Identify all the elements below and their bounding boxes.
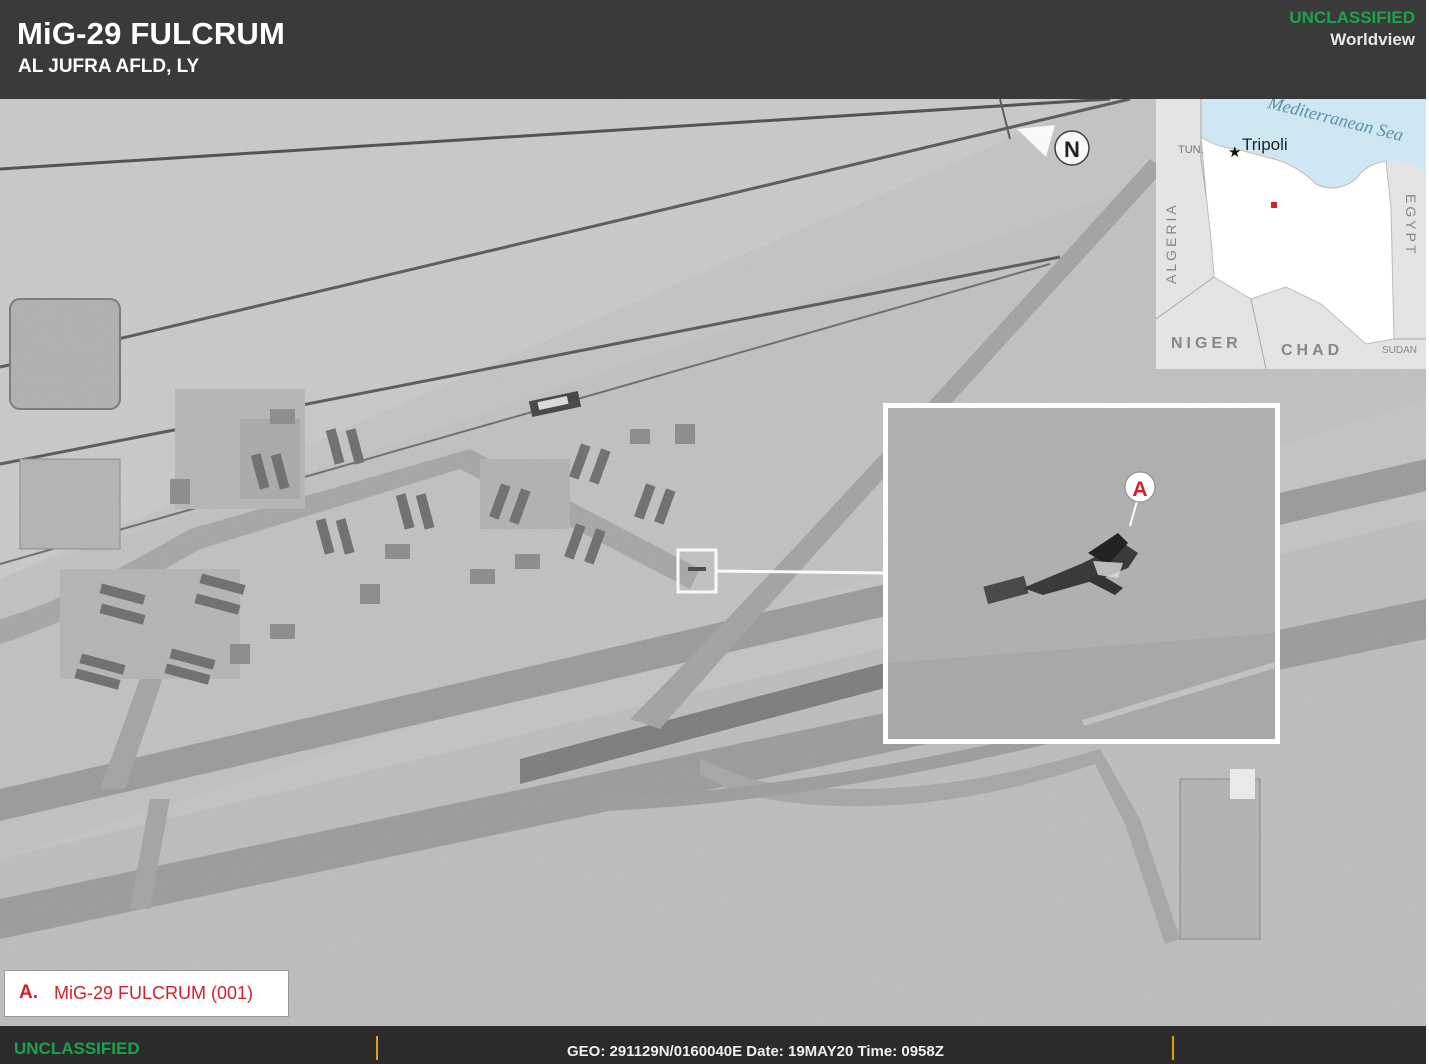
footer-divider [1172,1036,1174,1060]
satellite-image: N ★ Tripoli TUN. Mediterranean Sea ALGER… [0,99,1426,1026]
geo-date-time: GEO: 291129N/0160040E Date: 19MAY20 Time… [567,1043,944,1060]
country-label-egypt: EGYPT [1403,194,1419,256]
location-marker [1271,202,1277,208]
capital-star-icon: ★ [1228,143,1241,161]
country-label-algeria: ALGERIA [1163,202,1179,284]
imagery-source: Worldview [1330,30,1415,49]
inset-location-map: ★ Tripoli TUN. Mediterranean Sea ALGERIA… [1156,99,1426,369]
zoom-inset-photo: A [883,403,1280,744]
footer-divider [376,1036,378,1060]
location-subtitle: AL JUFRA AFLD, LY [18,56,200,77]
legend-key: A. [19,982,38,1003]
city-label: Tripoli [1242,135,1288,154]
country-label-sudan: SUDAN [1382,345,1417,356]
classification-banner-top: UNCLASSIFIED [1289,8,1415,27]
header-bar: MiG-29 FULCRUM AL JUFRA AFLD, LY UNCLASS… [0,0,1426,99]
country-label-tunisia: TUN. [1178,144,1204,156]
footer-bar: UNCLASSIFIED GEO: 291129N/0160040E Date:… [0,1026,1426,1064]
classification-banner-bottom: UNCLASSIFIED [14,1039,140,1058]
legend-text: MiG-29 FULCRUM (001) [54,983,254,1003]
callout-marker-label: A [1132,478,1147,501]
page-title: MiG-29 FULCRUM [17,16,286,51]
legend-box: A. MiG-29 FULCRUM (001) [4,970,289,1017]
country-label-chad: CHAD [1281,342,1343,359]
country-label-niger: NIGER [1171,335,1242,352]
